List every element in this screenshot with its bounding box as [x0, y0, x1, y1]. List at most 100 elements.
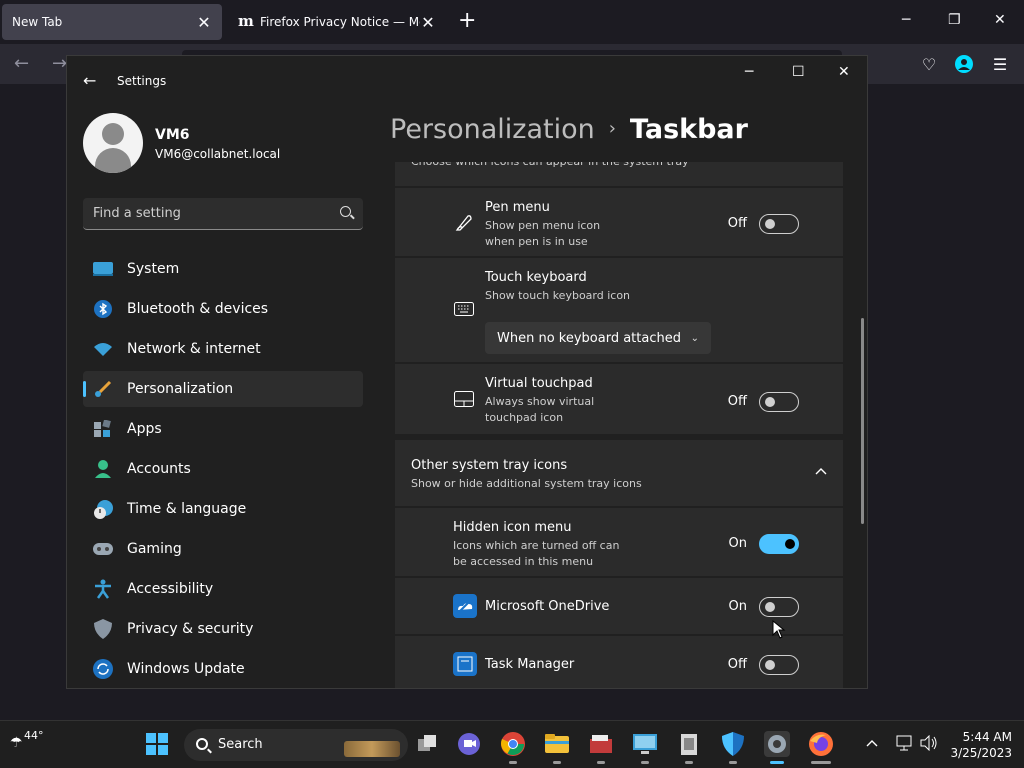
- pen-menu-toggle[interactable]: [759, 214, 799, 234]
- chrome-icon[interactable]: [500, 731, 526, 757]
- sidebar-item-accessibility[interactable]: Accessibility: [83, 571, 363, 607]
- account-icon[interactable]: [953, 53, 975, 75]
- touch-keyboard-row: Touch keyboard Show touch keyboard icon …: [395, 258, 843, 362]
- row-title: Hidden icon menu: [453, 520, 572, 535]
- sidebar-item-label: Network & internet: [127, 341, 261, 357]
- settings-gear-icon[interactable]: [764, 731, 790, 757]
- close-window-icon[interactable]: ✕: [994, 12, 1006, 28]
- clock-date: 3/25/2023: [950, 746, 1012, 760]
- menu-icon[interactable]: ☰: [989, 53, 1011, 75]
- volume-icon[interactable]: [920, 734, 938, 755]
- sidebar-item-label: System: [127, 261, 180, 277]
- running-indicator: [509, 761, 517, 764]
- new-tab-plus-icon[interactable]: +: [458, 10, 476, 32]
- firefox-icon[interactable]: [808, 731, 834, 757]
- page-title: Taskbar: [629, 114, 748, 145]
- running-indicator: [641, 761, 649, 764]
- virtual-touchpad-toggle[interactable]: [759, 392, 799, 412]
- back-arrow-icon[interactable]: ←: [83, 71, 96, 90]
- toggle-state-label: Off: [727, 394, 747, 409]
- sidebar-item-label: Personalization: [127, 381, 234, 397]
- onedrive-toggle[interactable]: [759, 597, 799, 617]
- system-clock[interactable]: 5:44 AM 3/25/2023: [950, 729, 1012, 761]
- other-tray-icons-header[interactable]: Other system tray icons Show or hide add…: [395, 440, 843, 506]
- row-description: Show pen menu icon: [485, 219, 601, 232]
- close-icon[interactable]: ✕: [838, 64, 850, 80]
- avatar[interactable]: [83, 113, 143, 173]
- maximize-icon[interactable]: ☐: [792, 64, 805, 80]
- browser-back-icon[interactable]: ←: [14, 53, 29, 74]
- touchpad-icon: [453, 388, 475, 410]
- sidebar-item-apps[interactable]: Apps: [83, 411, 363, 447]
- task-manager-toggle[interactable]: [759, 655, 799, 675]
- pocket-icon[interactable]: ♡: [918, 53, 940, 75]
- remote-desktop-icon[interactable]: [632, 731, 658, 757]
- section-description: Show or hide additional system tray icon…: [411, 477, 642, 490]
- update-icon: [93, 659, 113, 679]
- row-title: Microsoft OneDrive: [485, 599, 610, 614]
- teams-chat-icon[interactable]: [456, 731, 482, 757]
- sidebar-item-label: Time & language: [127, 501, 247, 517]
- brush-icon: [93, 379, 113, 399]
- clock-time: 5:44 AM: [962, 730, 1012, 744]
- active-indicator: [770, 761, 784, 764]
- restore-icon[interactable]: ❐: [948, 12, 961, 28]
- running-indicator: [811, 761, 831, 764]
- close-icon[interactable]: ✕: [196, 13, 212, 32]
- browser-forward-icon[interactable]: →: [52, 53, 67, 74]
- tab-new-tab[interactable]: New Tab ✕: [2, 4, 222, 40]
- sidebar-item-personalization[interactable]: Personalization: [83, 371, 363, 407]
- tab-privacy-notice[interactable]: m Firefox Privacy Notice — Mozilla ✕: [228, 4, 446, 40]
- row-title: Virtual touchpad: [485, 376, 593, 391]
- settings-window: ← Settings ─ ☐ ✕ VM6 VM6@collabnet.local…: [66, 55, 868, 689]
- search-icon[interactable]: [340, 206, 351, 217]
- shield-icon: [93, 619, 113, 639]
- minimize-icon[interactable]: ─: [902, 12, 910, 28]
- minimize-icon[interactable]: ─: [745, 64, 753, 80]
- row-description: Icons which are turned off can: [453, 539, 620, 552]
- file-explorer-icon[interactable]: [544, 731, 570, 757]
- virtual-touchpad-row: Virtual touchpad Always show virtual tou…: [395, 364, 843, 434]
- search-input[interactable]: [93, 198, 323, 228]
- row-title: Task Manager: [485, 657, 575, 672]
- sidebar-item-accounts[interactable]: Accounts: [83, 451, 363, 487]
- taskbar: ☂ 44° Search 5:44 AM 3/25/2023: [0, 720, 1024, 768]
- sidebar-item-privacy-security[interactable]: Privacy & security: [83, 611, 363, 647]
- sidebar-item-time-language[interactable]: Time & language: [83, 491, 363, 527]
- chevron-up-icon[interactable]: [815, 464, 827, 478]
- app-icon-red[interactable]: [588, 731, 614, 757]
- taskbar-search[interactable]: Search: [184, 729, 408, 761]
- breadcrumb-parent[interactable]: Personalization: [390, 114, 595, 145]
- sidebar-item-system[interactable]: System: [83, 251, 363, 287]
- clipboard-app-icon[interactable]: [676, 731, 702, 757]
- sidebar-item-label: Privacy & security: [127, 621, 254, 637]
- accessibility-icon: [93, 579, 113, 599]
- network-icon[interactable]: [896, 735, 914, 755]
- row-description: when pen is in use: [485, 235, 588, 248]
- sidebar-item-label: Accessibility: [127, 581, 214, 597]
- defender-shield-icon[interactable]: [720, 731, 746, 757]
- clock-icon: [93, 499, 113, 519]
- chevron-up-icon[interactable]: [866, 735, 878, 751]
- taskbar-search-label: Search: [218, 737, 263, 752]
- scrollbar[interactable]: [861, 318, 864, 524]
- running-indicator: [685, 761, 693, 764]
- sidebar-item-network[interactable]: Network & internet: [83, 331, 363, 367]
- start-button[interactable]: [144, 731, 170, 757]
- task-view-icon[interactable]: [414, 731, 440, 757]
- hidden-icon-menu-row: Hidden icon menu Icons which are turned …: [395, 508, 843, 576]
- tab-label: New Tab: [12, 15, 63, 29]
- sidebar-item-label: Accounts: [127, 461, 191, 477]
- sidebar-item-gaming[interactable]: Gaming: [83, 531, 363, 567]
- task-manager-icon: [453, 652, 477, 676]
- sidebar-item-bluetooth[interactable]: Bluetooth & devices: [83, 291, 363, 327]
- accounts-icon: [93, 459, 113, 479]
- keyboard-visibility-dropdown[interactable]: When no keyboard attached ⌄: [485, 322, 711, 354]
- search-box[interactable]: [83, 198, 363, 230]
- row-title: Touch keyboard: [485, 270, 587, 285]
- close-icon[interactable]: ✕: [420, 13, 436, 32]
- hidden-icon-menu-toggle[interactable]: [759, 534, 799, 554]
- search-icon: [196, 738, 208, 750]
- weather-temp: 44°: [24, 729, 44, 742]
- sidebar-item-windows-update[interactable]: Windows Update: [83, 651, 363, 687]
